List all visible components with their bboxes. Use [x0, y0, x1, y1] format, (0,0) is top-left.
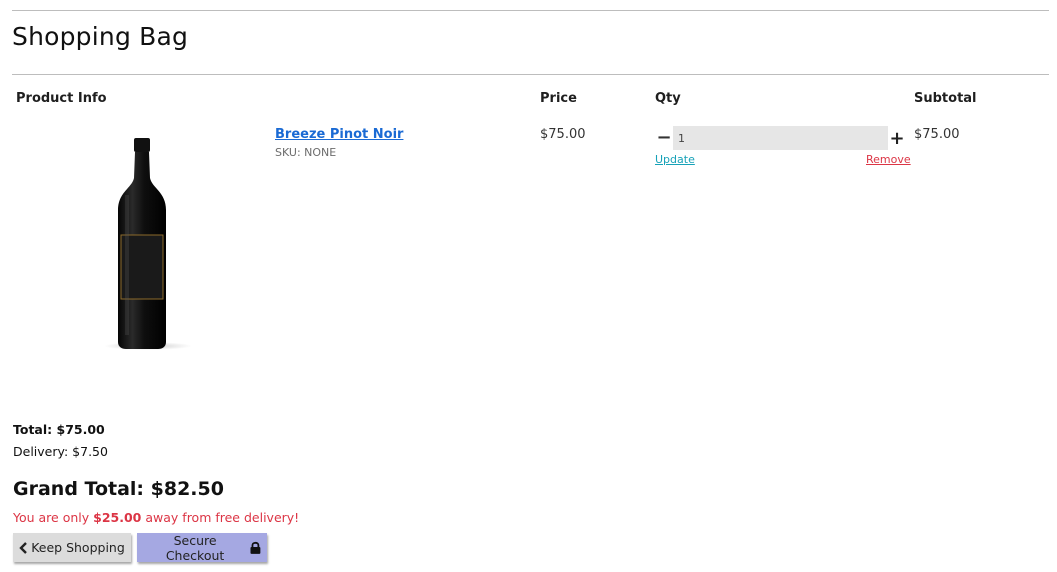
minus-icon: − — [656, 127, 672, 148]
order-total: Total: $75.00 — [13, 422, 105, 437]
grand-total: Grand Total: $82.50 — [13, 478, 224, 500]
chevron-left-icon — [19, 541, 28, 554]
secure-checkout-label: Secure Checkout — [165, 532, 225, 563]
secure-checkout-button[interactable]: Secure Checkout — [137, 532, 267, 563]
header-divider — [12, 74, 1049, 75]
update-link[interactable]: Update — [655, 153, 695, 166]
free-delivery-prefix: You are only — [13, 510, 90, 525]
header-product-info: Product Info — [16, 91, 107, 106]
page-title: Shopping Bag — [12, 22, 189, 51]
free-delivery-suffix: away from free delivery! — [145, 510, 300, 525]
top-divider — [12, 10, 1049, 11]
product-sku: SKU: NONE — [275, 146, 337, 159]
lock-icon — [250, 541, 261, 554]
qty-input[interactable] — [673, 126, 888, 150]
keep-shopping-button[interactable]: Keep Shopping — [13, 533, 131, 562]
product-price: $75.00 — [540, 127, 586, 142]
product-name-link[interactable]: Breeze Pinot Noir — [275, 127, 403, 142]
qty-decrement-button[interactable]: − — [656, 127, 672, 149]
header-price: Price — [540, 91, 577, 106]
header-qty: Qty — [655, 91, 681, 106]
qty-increment-button[interactable]: + — [889, 128, 905, 150]
free-delivery-notice: You are only $25.00 away from free deliv… — [13, 510, 299, 525]
plus-icon: + — [889, 128, 905, 149]
product-subtotal: $75.00 — [914, 127, 960, 142]
remove-link[interactable]: Remove — [866, 153, 911, 166]
keep-shopping-label: Keep Shopping — [31, 540, 125, 555]
wine-bottle-image — [100, 130, 200, 355]
header-subtotal: Subtotal — [914, 91, 977, 106]
delivery-cost: Delivery: $7.50 — [13, 444, 108, 459]
free-delivery-amount: $25.00 — [93, 510, 142, 525]
